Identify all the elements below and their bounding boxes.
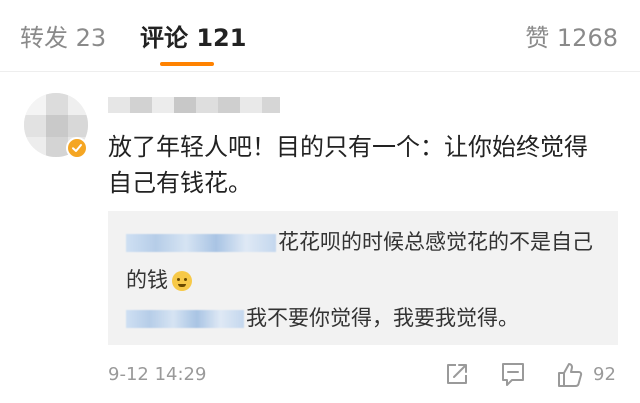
like-count: 92 — [593, 364, 616, 385]
reply-text: 我不要你觉得，我要我觉得。 — [246, 306, 519, 330]
tab-comment[interactable]: 评论 121 — [140, 22, 246, 54]
verified-badge-icon — [66, 137, 88, 159]
reply-item[interactable]: 花花呗的时候总感觉花的不是自己的钱 — [126, 223, 606, 299]
active-tab-indicator — [160, 62, 214, 66]
tab-like[interactable]: 赞 1268 — [525, 22, 618, 54]
username-blurred[interactable] — [108, 97, 280, 113]
tab-bar: 转发 23 评论 121 赞 1268 — [0, 0, 640, 72]
reply-author-blurred[interactable] — [126, 234, 276, 252]
share-icon[interactable] — [444, 361, 470, 391]
reply-thread[interactable]: 花花呗的时候总感觉花的不是自己的钱 我不要你觉得，我要我觉得。 — [108, 211, 618, 345]
comment-timestamp: 9-12 14:29 — [108, 364, 207, 385]
reply-item[interactable]: 我不要你觉得，我要我觉得。 — [126, 299, 606, 337]
reply-author-blurred[interactable] — [126, 310, 244, 328]
tab-repost[interactable]: 转发 23 — [20, 22, 106, 54]
comment-icon[interactable] — [500, 361, 526, 391]
crying-face-emoji-icon — [172, 271, 192, 291]
comment-item: 放了年轻人吧！目的只有一个：让你始终觉得自己有钱花。 花花呗的时候总感觉花的不是… — [0, 73, 640, 403]
thumbs-up-icon[interactable] — [556, 361, 584, 393]
comment-text: 放了年轻人吧！目的只有一个：让你始终觉得自己有钱花。 — [108, 133, 588, 197]
